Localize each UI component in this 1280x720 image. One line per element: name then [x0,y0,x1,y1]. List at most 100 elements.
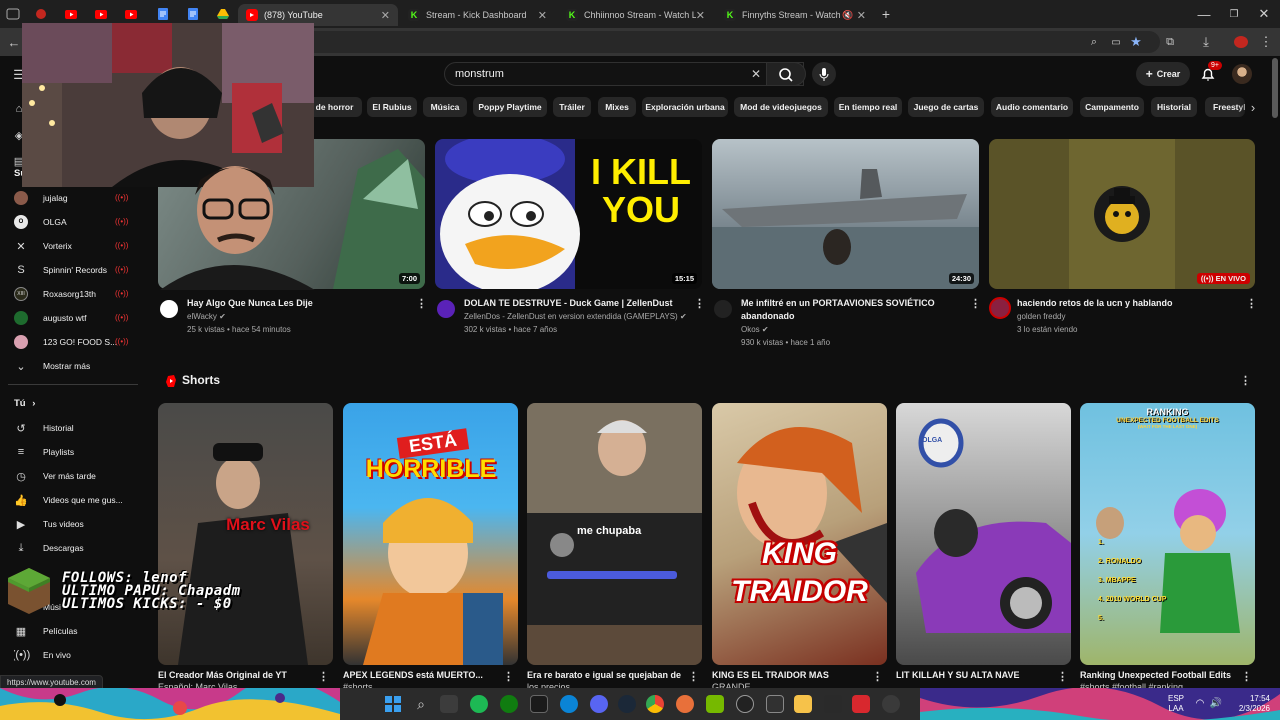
video-title[interactable]: haciendo retos de la ucn y hablando [1017,297,1237,310]
video-channel[interactable]: golden freddy [1017,312,1065,321]
create-button[interactable]: + Crear [1136,62,1190,86]
xbox-icon[interactable] [500,695,518,713]
chip-campamento[interactable]: Campamento [1080,97,1144,117]
short-thumbnail[interactable]: me chupaba [527,403,702,665]
you-section-header[interactable]: Tú › [14,398,35,409]
app-icon[interactable] [882,695,900,713]
sidebar-item-ver-mas-tarde[interactable]: ◷ Ver más tarde [14,468,134,484]
app-icon[interactable] [852,695,870,713]
sidebar-item-en-vivo[interactable]: ((•))En vivo [14,647,134,663]
chip-mixes[interactable]: Mixes [598,97,636,117]
pinned-youtube-tab-icon[interactable] [124,7,138,21]
short-title[interactable]: APEX LEGENDS está MUERTO... [343,670,498,680]
back-icon[interactable]: ← [6,34,22,50]
windows-start-icon[interactable] [384,695,402,713]
video-more-options-icon[interactable]: ⋮ [970,297,981,310]
chip-el-rubius[interactable]: El Rubius [367,97,417,117]
tab-chhiinnoo-stream[interactable]: K Chhiinnoo Stream - Watch Live ✕ [558,4,713,26]
wifi-icon[interactable]: ◠ [1194,697,1206,709]
video-title[interactable]: Me infiltré en un PORTAAVIONES SOVIÉTICO… [741,297,961,323]
zoom-icon[interactable]: ⌕ [1086,34,1102,50]
browser-menu-icon[interactable]: ⋮ [1260,34,1273,50]
chips-next-chevron-icon[interactable]: › [1246,100,1260,115]
chip-historial[interactable]: Historial [1151,97,1197,117]
close-tab-icon[interactable]: ✕ [538,9,547,22]
voice-search-button[interactable] [812,62,836,86]
video-title[interactable]: DOLAN TE DESTRUYE - Duck Game | ZellenDu… [464,297,684,310]
minimize-icon[interactable]: — [1196,6,1212,22]
epic-games-icon[interactable] [766,695,784,713]
video-more-options-icon[interactable]: ⋮ [694,297,705,310]
short-more-options-icon[interactable]: ⋮ [1241,670,1252,683]
chip-poppy-playtime[interactable]: Poppy Playtime [473,97,547,117]
taskbar-search-icon[interactable]: ⌕ [412,695,430,713]
pinned-youtube-tab-icon[interactable] [94,7,108,21]
video-thumbnail[interactable]: 24:30 [712,139,979,289]
sidebar-item-tus-videos[interactable]: ▶ Tus videos [14,516,134,532]
restore-icon[interactable]: ❐ [1226,6,1242,22]
channel-avatar[interactable] [160,300,178,318]
downloads-icon[interactable]: ⤓ [1198,34,1214,50]
close-tab-icon[interactable]: ✕ [696,9,705,22]
close-tab-icon[interactable]: ✕ [381,9,390,22]
chip-mod-videojuegos[interactable]: Mod de videojuegos [734,97,828,117]
chip-exploracion-urbana[interactable]: Exploración urbana [642,97,728,117]
short-thumbnail[interactable]: KING TRAIDOR [712,403,887,665]
account-avatar[interactable] [1232,64,1252,84]
short-more-options-icon[interactable]: ⋮ [1057,670,1068,683]
short-title[interactable]: Ranking Unexpected Football Edits [1080,670,1235,680]
short-more-options-icon[interactable]: ⋮ [872,670,883,683]
sidebar-item-playlists[interactable]: ≡ Playlists [14,444,134,460]
new-tab-icon[interactable]: + [878,6,894,22]
pinned-drive-tab-icon[interactable] [216,7,230,21]
volume-icon[interactable]: 🔊 [1210,697,1222,709]
sidebar-item-liked-videos[interactable]: 👍 Videos que me gus... [14,492,134,508]
muted-icon[interactable]: 🔇 [842,10,853,21]
app-icon[interactable] [676,695,694,713]
chrome-icon[interactable] [646,695,664,713]
chip-musica[interactable]: Música [423,97,467,117]
edge-icon[interactable] [560,695,578,713]
short-more-options-icon[interactable]: ⋮ [503,670,514,683]
short-title[interactable]: KING ES EL TRAIDOR MAS [712,670,867,680]
steam-icon[interactable] [618,695,636,713]
file-explorer-icon[interactable] [794,695,812,713]
video-channel[interactable]: Okos ✔ [741,325,769,334]
tab-kick-dashboard[interactable]: K Stream - Kick Dashboard ✕ [400,4,555,26]
chip-audio-comentario[interactable]: Audio comentario [991,97,1073,117]
video-thumbnail[interactable]: ((•)) EN VIVO [989,139,1255,289]
channel-avatar-live[interactable] [989,297,1011,319]
video-more-options-icon[interactable]: ⋮ [416,297,427,310]
nvidia-icon[interactable] [706,695,724,713]
page-scrollbar[interactable] [1272,58,1278,118]
short-thumbnail[interactable]: ESTÁ HORRIBLE [343,403,518,665]
pinned-docs-tab-icon[interactable] [156,7,170,21]
obs-icon[interactable] [736,695,754,713]
video-more-options-icon[interactable]: ⋮ [1246,297,1257,310]
short-more-options-icon[interactable]: ⋮ [688,670,699,683]
search-button[interactable] [766,62,806,86]
short-thumbnail[interactable]: OLGA [896,403,1071,665]
video-channel[interactable]: ZellenDos - ZellenDust en version extend… [464,312,694,321]
pinned-youtube-tab-icon[interactable] [64,7,78,21]
short-title[interactable]: Era re barato e igual se quejaban de [527,670,682,680]
close-tab-icon[interactable]: ✕ [857,9,866,22]
short-title[interactable]: El Creador Más Original de YT [158,670,313,680]
clear-search-icon[interactable]: ✕ [748,66,764,82]
shorts-more-options-icon[interactable]: ⋮ [1240,374,1251,387]
pinned-docs-tab-icon[interactable] [186,7,200,21]
tab-finnyths-stream[interactable]: K Finnyths Stream - Watch Live 🔇 ✕ [716,4,874,26]
video-thumbnail[interactable]: I KILL YOU 15:15 [435,139,702,289]
spotify-icon[interactable] [470,695,488,713]
short-title[interactable]: LIT KILLAH Y SU ALTA NAVE [896,670,1051,680]
short-thumbnail[interactable]: Marc Vilas [158,403,333,665]
bookmark-star-icon[interactable]: ★ [1128,34,1144,50]
discord-icon[interactable] [590,695,608,713]
pinned-tab-icon[interactable] [34,7,48,21]
chip-juego-cartas[interactable]: Juego de cartas [908,97,984,117]
sidebar-item-descargas[interactable]: ⤓ Descargas [14,540,134,556]
sidebar-item-historial[interactable]: ↺ Historial [14,420,134,436]
extensions-icon[interactable]: ⧉ [1162,34,1178,50]
video-title[interactable]: Hay Algo Que Nunca Les Dije [187,297,407,310]
channel-avatar[interactable] [437,300,455,318]
